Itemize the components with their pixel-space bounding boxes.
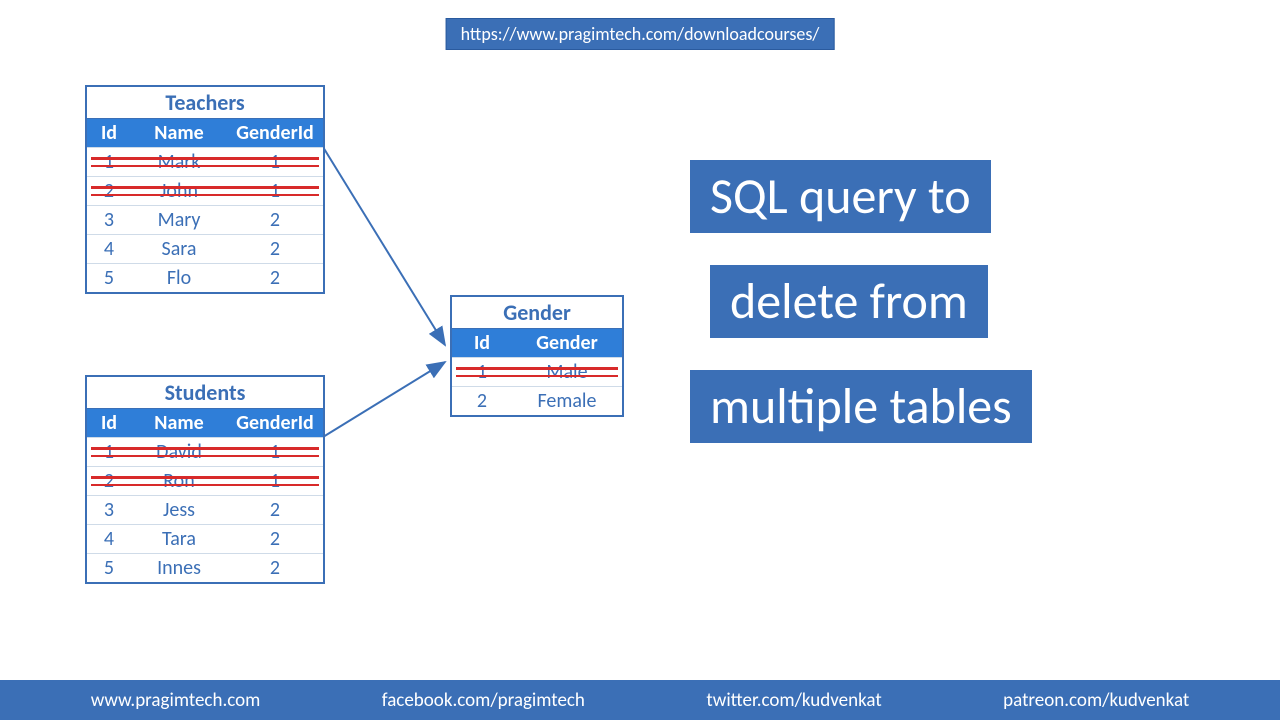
table-header-row: Id Gender bbox=[452, 329, 622, 357]
cell: Tara bbox=[131, 525, 227, 553]
table-header-row: Id Name GenderId bbox=[87, 119, 323, 147]
table-row: 2 Ron 1 bbox=[87, 466, 323, 495]
footer-facebook[interactable]: facebook.com/pragimtech bbox=[382, 689, 585, 712]
table-header-row: Id Name GenderId bbox=[87, 409, 323, 437]
cell: 2 bbox=[87, 177, 131, 205]
cell: 2 bbox=[227, 554, 323, 582]
table-row: 1 Mark 1 bbox=[87, 147, 323, 176]
top-url-banner[interactable]: https://www.pragimtech.com/downloadcours… bbox=[446, 18, 835, 50]
headline-line-1: SQL query to bbox=[690, 160, 991, 233]
headline-line-3: multiple tables bbox=[690, 370, 1032, 443]
cell: 5 bbox=[87, 264, 131, 292]
cell: Mark bbox=[131, 148, 227, 176]
table-teachers: Teachers Id Name GenderId 1 Mark 1 2 Joh… bbox=[85, 85, 325, 294]
cell: David bbox=[131, 438, 227, 466]
footer-patreon[interactable]: patreon.com/kudvenkat bbox=[1003, 689, 1189, 712]
col-header: Id bbox=[87, 409, 131, 437]
cell: 5 bbox=[87, 554, 131, 582]
cell: 1 bbox=[87, 438, 131, 466]
table-row: 1 David 1 bbox=[87, 437, 323, 466]
col-header: Id bbox=[452, 329, 512, 357]
cell: 1 bbox=[452, 358, 512, 386]
cell: 2 bbox=[87, 467, 131, 495]
table-row: 5 Flo 2 bbox=[87, 263, 323, 292]
table-row: 3 Jess 2 bbox=[87, 495, 323, 524]
cell: 1 bbox=[227, 148, 323, 176]
col-header: GenderId bbox=[227, 119, 323, 147]
cell: 2 bbox=[227, 496, 323, 524]
cell: Sara bbox=[131, 235, 227, 263]
table-title: Students bbox=[87, 377, 323, 409]
cell: John bbox=[131, 177, 227, 205]
headline-line-2: delete from bbox=[710, 265, 988, 338]
table-row: 4 Tara 2 bbox=[87, 524, 323, 553]
cell: 1 bbox=[227, 467, 323, 495]
cell: Jess bbox=[131, 496, 227, 524]
footer-bar: www.pragimtech.com facebook.com/pragimte… bbox=[0, 680, 1280, 720]
cell: 3 bbox=[87, 206, 131, 234]
cell: 2 bbox=[227, 235, 323, 263]
cell: Ron bbox=[131, 467, 227, 495]
cell: Innes bbox=[131, 554, 227, 582]
footer-site[interactable]: www.pragimtech.com bbox=[91, 689, 261, 712]
cell: 2 bbox=[227, 525, 323, 553]
cell: 1 bbox=[227, 177, 323, 205]
diagram-canvas: Teachers Id Name GenderId 1 Mark 1 2 Joh… bbox=[0, 70, 1280, 650]
col-header: GenderId bbox=[227, 409, 323, 437]
cell: 2 bbox=[452, 387, 512, 415]
footer-twitter[interactable]: twitter.com/kudvenkat bbox=[706, 689, 881, 712]
table-gender: Gender Id Gender 1 Male 2 Female bbox=[450, 295, 624, 417]
table-row: 2 Female bbox=[452, 386, 622, 415]
cell: 2 bbox=[227, 206, 323, 234]
table-row: 1 Male bbox=[452, 357, 622, 386]
table-row: 4 Sara 2 bbox=[87, 234, 323, 263]
cell: 1 bbox=[227, 438, 323, 466]
cell: Mary bbox=[131, 206, 227, 234]
table-students: Students Id Name GenderId 1 David 1 2 Ro… bbox=[85, 375, 325, 584]
table-row: 5 Innes 2 bbox=[87, 553, 323, 582]
cell: 3 bbox=[87, 496, 131, 524]
col-header: Name bbox=[131, 119, 227, 147]
cell: 4 bbox=[87, 235, 131, 263]
col-header: Name bbox=[131, 409, 227, 437]
col-header: Id bbox=[87, 119, 131, 147]
cell: Flo bbox=[131, 264, 227, 292]
cell: Female bbox=[512, 387, 622, 415]
table-row: 3 Mary 2 bbox=[87, 205, 323, 234]
cell: 1 bbox=[87, 148, 131, 176]
table-title: Gender bbox=[452, 297, 622, 329]
cell: 2 bbox=[227, 264, 323, 292]
col-header: Gender bbox=[512, 329, 622, 357]
table-title: Teachers bbox=[87, 87, 323, 119]
table-row: 2 John 1 bbox=[87, 176, 323, 205]
cell: Male bbox=[512, 358, 622, 386]
cell: 4 bbox=[87, 525, 131, 553]
